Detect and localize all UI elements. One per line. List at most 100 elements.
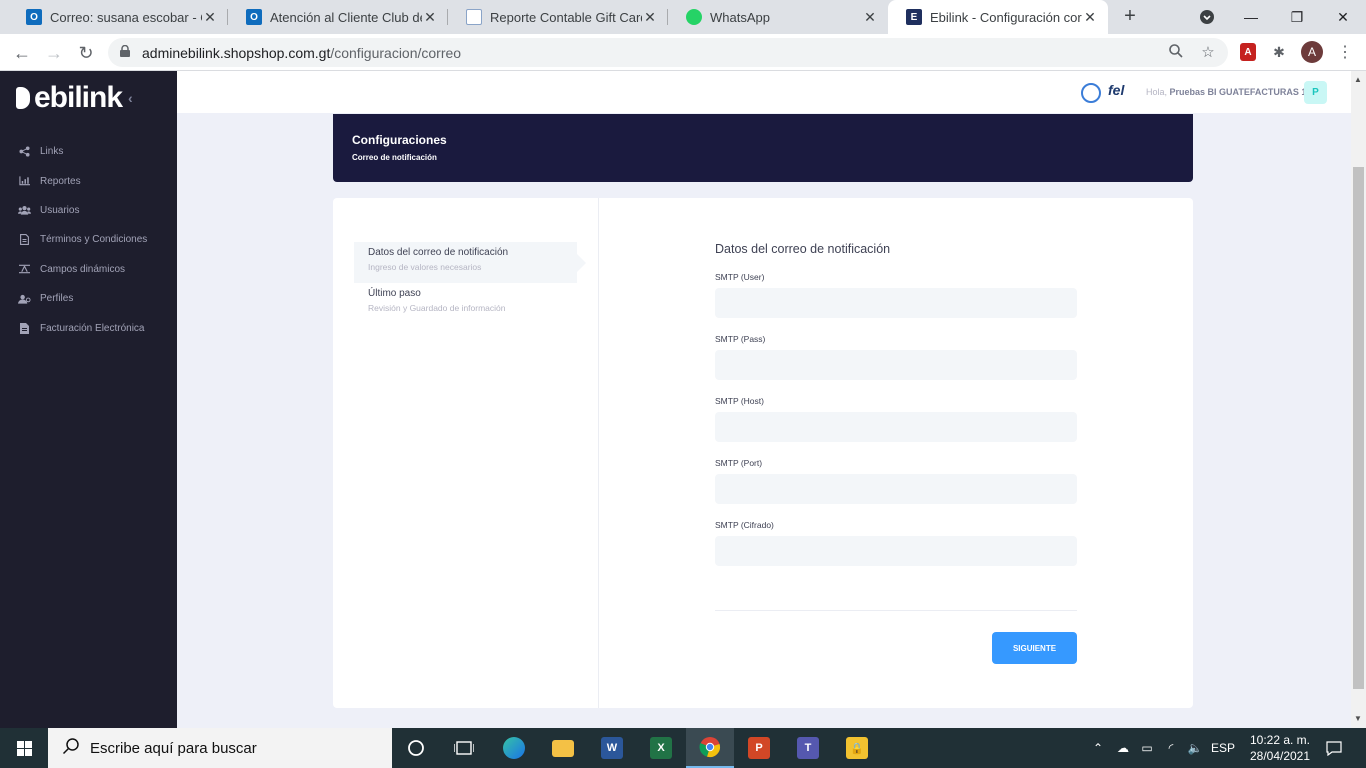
volume-icon[interactable]: 🔈 — [1184, 728, 1206, 768]
user-avatar[interactable]: P — [1304, 81, 1327, 104]
wifi-icon[interactable]: ◜ — [1160, 728, 1182, 768]
close-tab-icon[interactable]: ✕ — [422, 9, 438, 26]
close-tab-icon[interactable]: ✕ — [642, 9, 658, 26]
address-bar[interactable]: adminebilink.shopshop.com.gt/configuraci… — [108, 38, 1228, 67]
close-tab-icon[interactable]: ✕ — [202, 9, 218, 26]
language-indicator[interactable]: ESP — [1208, 728, 1238, 768]
chart-icon — [17, 175, 31, 187]
document-icon — [466, 9, 482, 25]
close-tab-icon[interactable]: ✕ — [862, 9, 878, 26]
sidebar-item-label: Reportes — [40, 175, 81, 187]
notifications-icon[interactable] — [1322, 728, 1346, 768]
chrome-icon[interactable] — [686, 728, 734, 768]
task-view-icon[interactable] — [440, 728, 488, 768]
app-header: fel Hola, Pruebas BI GUATEFACTURAS 1 P — [177, 71, 1351, 114]
browser-tab-atencion-cliente[interactable]: O Atención al Cliente Club de C ✕ — [228, 0, 448, 34]
powerpoint-icon[interactable]: P — [735, 728, 783, 768]
tray-chevron-icon[interactable]: ⌃ — [1088, 728, 1108, 768]
pdf-extension-icon[interactable]: A — [1240, 43, 1256, 61]
tab-title: Atención al Cliente Club de C — [270, 9, 422, 25]
taskbar-search[interactable]: Escribe aquí para buscar — [48, 728, 392, 768]
wizard-step-ultimo-paso[interactable]: Último paso Revisión y Guardado de infor… — [354, 283, 577, 324]
smtp-port-input[interactable] — [715, 474, 1077, 504]
sidebar-menu: Links Reportes Usuarios Términos y Condi… — [0, 137, 177, 343]
search-icon — [62, 737, 80, 760]
user-greeting[interactable]: Hola, Pruebas BI GUATEFACTURAS 1 — [1146, 87, 1306, 97]
field-smtp-user: SMTP (User) — [715, 272, 1077, 318]
onedrive-icon[interactable]: ☁ — [1112, 728, 1134, 768]
browser-tab-whatsapp[interactable]: WhatsApp ✕ — [668, 0, 888, 34]
smtp-form: Datos del correo de notificación SMTP (U… — [715, 242, 1077, 566]
clock[interactable]: 10:22 a. m. 28/04/2021 — [1240, 732, 1320, 764]
lock-app-icon[interactable]: 🔒 — [833, 728, 881, 768]
browser-tab-outlook-mail[interactable]: O Correo: susana escobar - Out ✕ — [8, 0, 228, 34]
browser-toolbar: ← → ↻ adminebilink.shopshop.com.gt/confi… — [0, 34, 1366, 71]
bookmark-star-icon[interactable]: ☆ — [1198, 43, 1218, 63]
smtp-host-input[interactable] — [715, 412, 1077, 442]
teams-icon[interactable]: T — [784, 728, 832, 768]
app-sidebar: ebilink ‹ Links Reportes Usuarios Términ… — [0, 71, 177, 728]
edge-icon[interactable] — [490, 728, 538, 768]
document-icon — [17, 234, 31, 246]
close-window-icon[interactable]: ✕ — [1320, 0, 1366, 34]
ebilink-logo[interactable]: ebilink ‹ — [16, 81, 133, 115]
excel-icon[interactable]: X — [637, 728, 685, 768]
restore-window-icon[interactable]: ❐ — [1274, 0, 1320, 34]
lock-icon — [120, 45, 130, 57]
reload-icon[interactable]: ↻ — [72, 39, 100, 67]
new-tab-button[interactable]: + — [1118, 5, 1142, 29]
profile-avatar[interactable]: A — [1301, 41, 1323, 63]
cortana-icon[interactable] — [392, 728, 440, 768]
field-smtp-pass: SMTP (Pass) — [715, 334, 1077, 380]
forward-icon[interactable]: → — [40, 39, 68, 67]
start-button[interactable] — [0, 728, 48, 768]
scroll-down-icon[interactable]: ▼ — [1354, 714, 1362, 723]
sidebar-item-facturacion[interactable]: Facturación Electrónica — [0, 313, 177, 342]
clock-time: 10:22 a. m. — [1249, 733, 1311, 747]
sidebar-item-label: Facturación Electrónica — [40, 322, 145, 334]
step-title: Datos del correo de notificación — [368, 247, 509, 258]
url-text: adminebilink.shopshop.com.gt/configuraci… — [142, 45, 462, 61]
tab-title: WhatsApp — [710, 9, 770, 25]
close-tab-icon[interactable]: ✕ — [1082, 9, 1098, 26]
extensions-puzzle-icon[interactable]: ✱ — [1268, 41, 1290, 63]
browser-tab-reporte-contable[interactable]: Reporte Contable Gift Cards - ✕ — [448, 0, 668, 34]
smtp-user-input[interactable] — [715, 288, 1077, 318]
form-divider — [715, 610, 1077, 611]
smtp-pass-input[interactable] — [715, 350, 1077, 380]
sidebar-item-campos-dinamicos[interactable]: Campos dinámicos — [0, 255, 177, 284]
browser-tab-ebilink[interactable]: E Ebilink - Configuración corre ✕ — [888, 0, 1108, 34]
tab-title: Correo: susana escobar - Out — [50, 9, 202, 25]
tab-search-icon[interactable] — [1184, 0, 1230, 34]
wizard-steps: Datos del correo de notificación Ingreso… — [333, 198, 599, 708]
sidebar-item-usuarios[interactable]: Usuarios — [0, 196, 177, 225]
minimize-window-icon[interactable]: — — [1228, 0, 1274, 34]
main-content: Configuraciones Correo de notificación D… — [177, 114, 1351, 728]
collapse-sidebar-icon[interactable]: ‹ — [128, 90, 133, 106]
sidebar-item-perfiles[interactable]: Perfiles — [0, 284, 177, 313]
word-icon[interactable]: W — [588, 728, 636, 768]
wizard-step-datos-correo[interactable]: Datos del correo de notificación Ingreso… — [354, 242, 586, 283]
scroll-thumb[interactable] — [1353, 167, 1364, 689]
field-label: SMTP (User) — [715, 272, 765, 282]
battery-icon[interactable]: ▭ — [1136, 728, 1158, 768]
browser-menu-icon[interactable]: ⋮ — [1334, 41, 1356, 63]
whatsapp-icon — [686, 9, 702, 25]
field-label: SMTP (Port) — [715, 458, 763, 468]
sidebar-item-label: Términos y Condiciones — [40, 234, 148, 246]
sidebar-item-links[interactable]: Links — [0, 137, 177, 166]
file-explorer-icon[interactable] — [539, 728, 587, 768]
field-smtp-cifrado: SMTP (Cifrado) — [715, 520, 1077, 566]
sidebar-item-reportes[interactable]: Reportes — [0, 166, 177, 195]
page-hero: Configuraciones Correo de notificación — [333, 114, 1193, 182]
sidebar-item-terminos[interactable]: Términos y Condiciones — [0, 225, 177, 254]
scroll-up-icon[interactable]: ▲ — [1354, 75, 1362, 84]
back-icon[interactable]: ← — [8, 39, 36, 67]
users-icon — [17, 204, 31, 216]
sliders-icon — [17, 263, 31, 275]
smtp-cifrado-input[interactable] — [715, 536, 1077, 566]
next-button[interactable]: SIGUIENTE — [992, 632, 1077, 664]
ebilink-mark-icon — [16, 87, 30, 109]
page-scrollbar[interactable]: ▲ ▼ — [1351, 71, 1366, 728]
zoom-search-icon[interactable] — [1166, 43, 1186, 63]
